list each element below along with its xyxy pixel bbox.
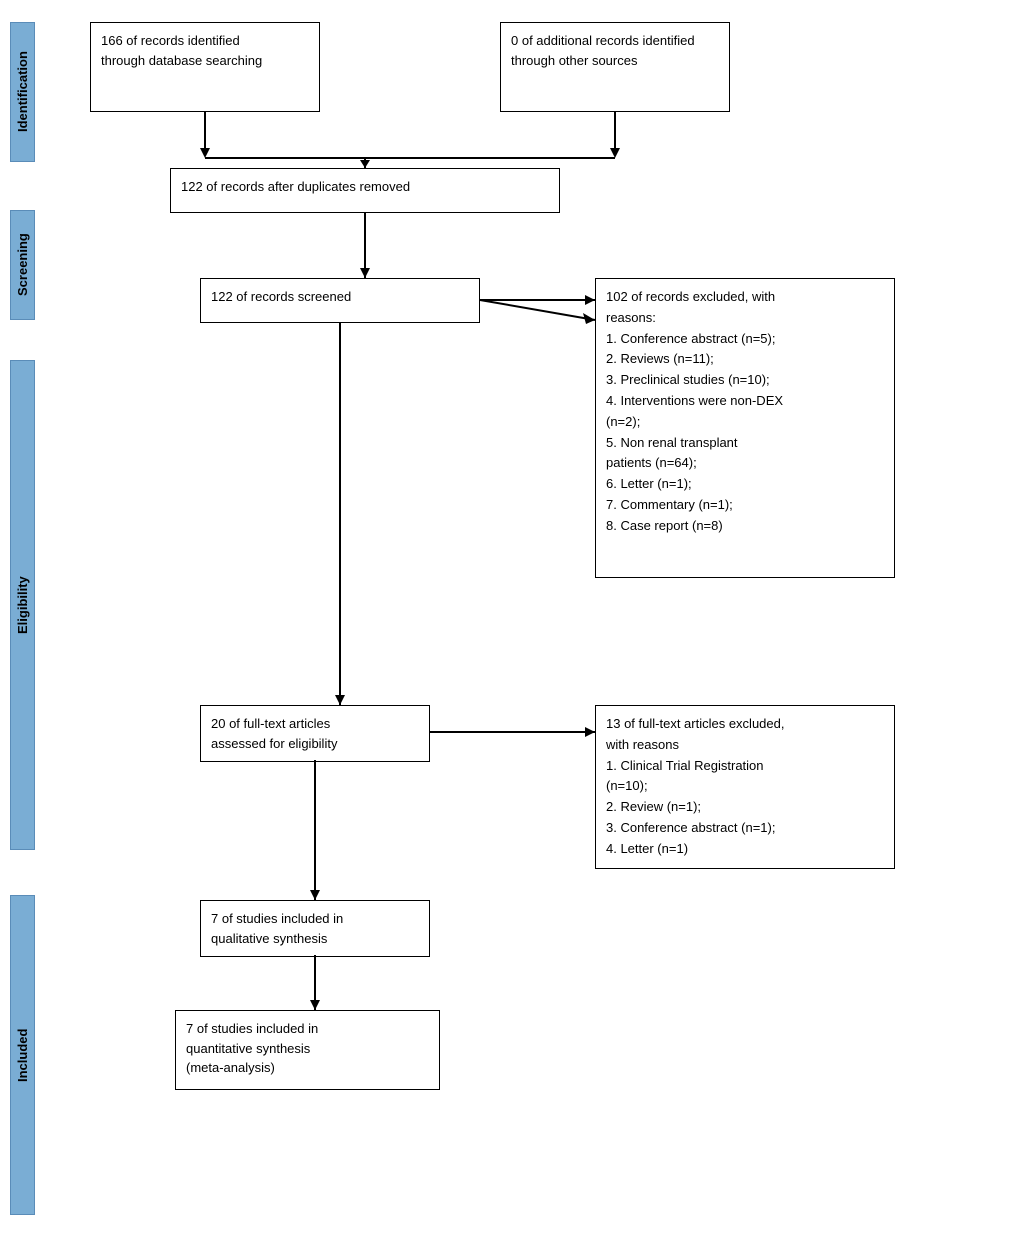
after-duplicates-text: 122 of records after duplicates removed [181, 179, 410, 194]
box-fulltext: 20 of full-text articles assessed for el… [200, 705, 430, 762]
label-screening: Screening [10, 210, 35, 320]
db-records-text: 166 of records identified through databa… [101, 33, 262, 68]
prisma-diagram: Identification Screening Eligibility Inc… [0, 0, 1020, 1247]
label-included: Included [10, 895, 35, 1215]
label-eligibility: Eligibility [10, 360, 35, 850]
screened-text: 122 of records screened [211, 289, 351, 304]
qualitative-text: 7 of studies included in qualitative syn… [211, 911, 343, 946]
box-quantitative: 7 of studies included in quantitative sy… [175, 1010, 440, 1090]
box-other-records: 0 of additional records identified throu… [500, 22, 730, 112]
box-db-records: 166 of records identified through databa… [90, 22, 320, 112]
label-identification: Identification [10, 22, 35, 162]
excluded-text: 102 of records excluded, with reasons: 1… [606, 289, 783, 533]
box-fulltext-excluded: 13 of full-text articles excluded, with … [595, 705, 895, 869]
box-after-duplicates: 122 of records after duplicates removed [170, 168, 560, 213]
box-screened: 122 of records screened [200, 278, 480, 323]
fulltext-text: 20 of full-text articles assessed for el… [211, 716, 337, 751]
box-qualitative: 7 of studies included in qualitative syn… [200, 900, 430, 957]
box-excluded: 102 of records excluded, with reasons: 1… [595, 278, 895, 578]
quantitative-text: 7 of studies included in quantitative sy… [186, 1021, 318, 1075]
fulltext-excluded-text: 13 of full-text articles excluded, with … [606, 716, 784, 856]
other-records-text: 0 of additional records identified throu… [511, 33, 695, 68]
